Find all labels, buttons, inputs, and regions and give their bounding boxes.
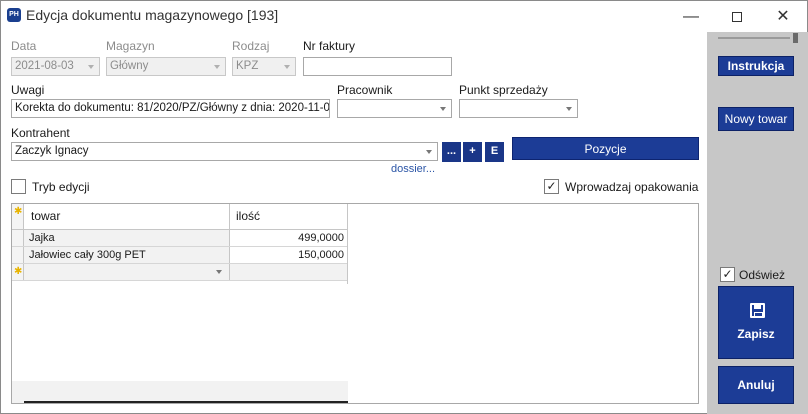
edit-mode-checkbox[interactable] — [11, 179, 26, 194]
notes-label: Uwagi — [11, 83, 45, 97]
chevron-down-icon — [214, 65, 220, 69]
contractor-label: Kontrahent — [11, 126, 70, 140]
new-product-button[interactable]: Nowy towar — [718, 107, 794, 131]
grid-table: ✱ towar ilość Jajka 499,0000 Jałowiec ca… — [12, 204, 348, 281]
contractor-add-button[interactable]: + — [463, 142, 482, 162]
save-button[interactable]: Zapisz — [718, 286, 794, 359]
quantity-cell[interactable]: 499,0000 — [230, 230, 348, 246]
type-label: Rodzaj — [232, 39, 270, 53]
notes-input[interactable]: Korekta do dokumentu: 81/2020/PZ/Główny … — [11, 99, 330, 118]
chevron-down-icon — [284, 65, 290, 69]
dossier-link[interactable]: dossier... — [391, 163, 435, 175]
date-field[interactable]: 2021-08-03 — [11, 57, 100, 76]
positions-button[interactable]: Pozycje — [512, 137, 699, 160]
contractor-browse-button[interactable]: ... — [442, 142, 461, 162]
app-logo-icon: PH — [7, 8, 21, 22]
packaging-label: Wprowadzaj opakowania — [565, 180, 699, 194]
date-value: 2021-08-03 — [15, 60, 74, 72]
maximize-icon — [732, 11, 742, 22]
title-bar: PH Edycja dokumentu magazynowego [193] —… — [1, 1, 807, 32]
side-scroll-track[interactable] — [718, 37, 790, 39]
contractor-select[interactable]: Zaczyk Ignacy — [11, 142, 438, 161]
grid-summary-line — [24, 401, 348, 403]
refresh-label: Odśwież — [739, 268, 786, 282]
grid-footer — [12, 381, 348, 403]
contractor-edit-button[interactable]: E — [485, 142, 504, 162]
product-cell[interactable]: Jałowiec cały 300g PET — [25, 247, 230, 263]
row-indicator — [12, 230, 24, 246]
maximize-button[interactable] — [714, 1, 760, 32]
date-label: Data — [11, 39, 37, 53]
cancel-button[interactable]: Anuluj — [718, 366, 794, 404]
chevron-down-icon — [566, 107, 572, 111]
row-indicator: ✱ — [12, 264, 24, 280]
invoice-number-input[interactable] — [303, 57, 452, 76]
edit-mode-label: Tryb edycji — [32, 180, 90, 194]
employee-label: Pracownik — [337, 83, 393, 97]
employee-select[interactable] — [337, 99, 452, 118]
new-quantity-cell[interactable] — [230, 264, 348, 280]
side-scroll-thumb[interactable] — [793, 33, 798, 43]
warehouse-value: Główny — [110, 60, 149, 72]
document-edit-window: PH Edycja dokumentu magazynowego [193] —… — [0, 0, 808, 414]
positions-grid[interactable]: ✱ towar ilość Jajka 499,0000 Jałowiec ca… — [11, 203, 699, 404]
column-header-quantity[interactable]: ilość — [230, 204, 348, 229]
column-header-product[interactable]: towar — [25, 204, 230, 229]
type-value: KPZ — [236, 60, 259, 72]
new-row[interactable]: ✱ — [12, 264, 348, 281]
point-of-sale-label: Punkt sprzedaży — [459, 83, 548, 97]
row-indicator — [12, 247, 24, 263]
invoice-number-label: Nr faktury — [303, 39, 356, 53]
instruction-button[interactable]: Instrukcja — [718, 56, 794, 76]
packaging-checkbox[interactable]: ✓ — [544, 179, 559, 194]
new-row-star-icon: ✱ — [14, 206, 23, 217]
table-row[interactable]: Jajka 499,0000 — [12, 230, 348, 247]
floppy-disk-icon — [750, 303, 765, 318]
chevron-down-icon — [88, 65, 94, 69]
warehouse-label: Magazyn — [106, 39, 155, 53]
save-button-label: Zapisz — [737, 327, 775, 341]
grid-header-row: ✱ towar ilość — [12, 204, 348, 230]
chevron-down-icon — [216, 270, 222, 274]
type-select[interactable]: KPZ — [232, 57, 296, 76]
contractor-value: Zaczyk Ignacy — [15, 145, 89, 157]
chevron-down-icon — [440, 107, 446, 111]
new-row-star-icon: ✱ — [14, 266, 23, 277]
warehouse-select[interactable]: Główny — [106, 57, 226, 76]
close-button[interactable]: ✕ — [760, 1, 806, 32]
minimize-button[interactable]: — — [668, 1, 714, 32]
chevron-down-icon — [426, 150, 432, 154]
product-cell[interactable]: Jajka — [25, 230, 230, 246]
window-title: Edycja dokumentu magazynowego [193] — [26, 7, 279, 23]
point-of-sale-select[interactable] — [459, 99, 578, 118]
table-row[interactable]: Jałowiec cały 300g PET 150,0000 — [12, 247, 348, 264]
new-product-select[interactable] — [25, 264, 230, 280]
quantity-cell[interactable]: 150,0000 — [230, 247, 348, 263]
grid-header-indicator: ✱ — [12, 204, 24, 229]
refresh-checkbox[interactable]: ✓ — [720, 267, 735, 282]
grid-column-border — [347, 204, 348, 284]
